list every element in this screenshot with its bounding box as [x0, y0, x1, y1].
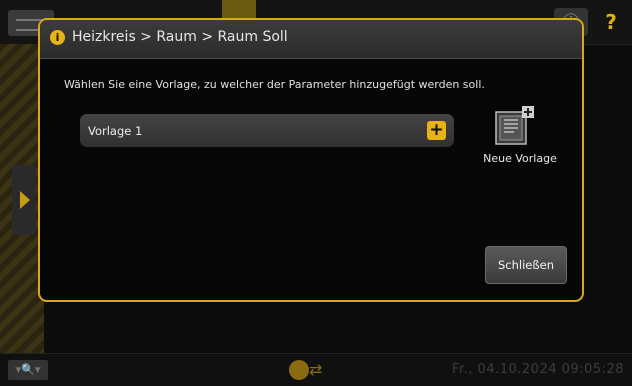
dialog-title: Heizkreis > Raum > Raum Soll [72, 29, 288, 45]
template-label: Vorlage 1 [88, 124, 143, 138]
help-icon[interactable]: ? [596, 8, 626, 36]
connection-status-icon: ⇄ [289, 360, 329, 382]
new-template-button[interactable]: Neue Vorlage [472, 106, 568, 174]
dialog-header: i Heizkreis > Raum > Raum Soll [40, 20, 582, 59]
status-bar: ▾🔍▾ ⇄ Fr., 04.10.2024 09:05:28 [0, 353, 632, 386]
plus-icon[interactable]: + [427, 121, 446, 140]
zoom-icon[interactable]: ▾🔍▾ [8, 360, 48, 380]
new-template-label: Neue Vorlage [483, 152, 557, 165]
template-dialog: i Heizkreis > Raum > Raum Soll Wählen Si… [38, 18, 584, 302]
template-row[interactable]: Vorlage 1 + [80, 114, 454, 147]
side-panel-expand-button[interactable] [12, 165, 36, 235]
close-button[interactable]: Schließen [485, 246, 567, 284]
screen: ⓘ ? ▾🔍▾ ⇄ Fr., 04.10.2024 09:05:28 i Hei… [0, 0, 632, 386]
new-template-icon [495, 106, 534, 145]
instruction-text: Wählen Sie eine Vorlage, zu welcher der … [64, 78, 485, 91]
status-datetime: Fr., 04.10.2024 09:05:28 [451, 362, 624, 377]
info-icon: i [50, 30, 65, 45]
